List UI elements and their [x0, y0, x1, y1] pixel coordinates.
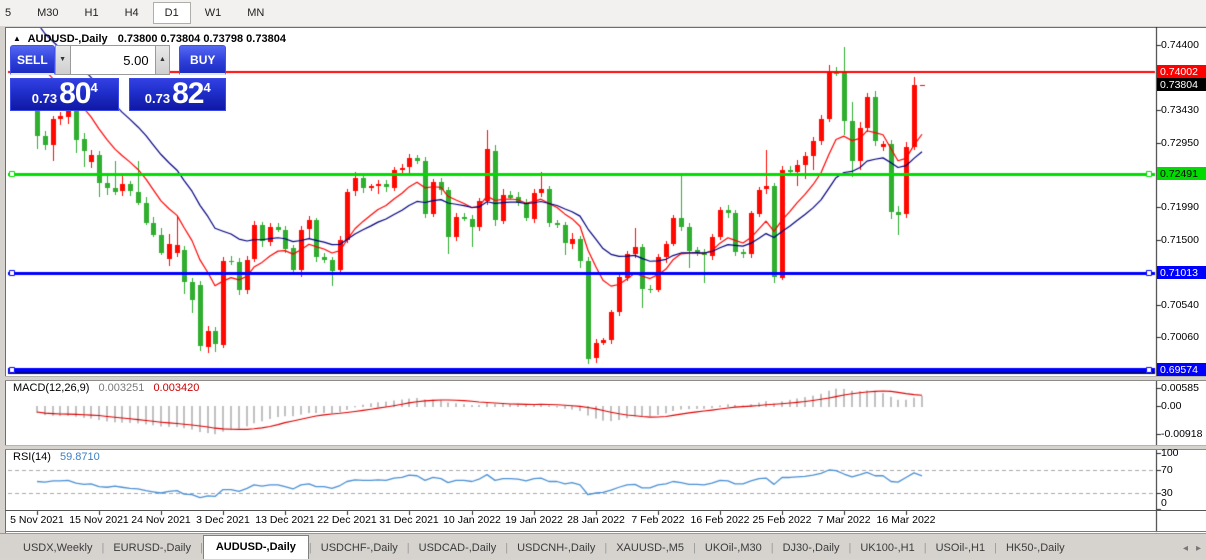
- buy-price-button[interactable]: 0.73 82 4: [129, 78, 226, 111]
- timeframe-button-m30[interactable]: M30: [25, 2, 70, 24]
- date-axis-label: 31 Dec 2021: [379, 514, 439, 526]
- price-badge: 0.71013: [1157, 266, 1206, 279]
- pane-splitter-rsi[interactable]: [5, 445, 1206, 450]
- date-axis-label: 10 Jan 2022: [443, 514, 501, 526]
- price-axis-tick: 0.71500: [1161, 234, 1199, 246]
- rsi-axis-label: 100: [1161, 447, 1179, 459]
- buy-price-prefix: 0.73: [145, 91, 170, 106]
- price-badge: 0.72491: [1157, 167, 1206, 180]
- symbol-tabbar: USDX,Weekly|EURUSD-,Daily|AUDUSD-,Daily|…: [0, 533, 1206, 559]
- volume-decrease-button[interactable]: ▼: [55, 45, 71, 75]
- tab-scroll-right-icon[interactable]: ▸: [1196, 543, 1201, 554]
- price-axis-tick: 0.70060: [1161, 331, 1199, 343]
- tab-xauusd-m5[interactable]: XAUUSD-,M5: [607, 538, 693, 559]
- date-axis-label: 22 Dec 2021: [317, 514, 377, 526]
- date-axis-label: 19 Jan 2022: [505, 514, 563, 526]
- price-badge: 0.69574: [1157, 363, 1206, 376]
- date-axis-label: 25 Feb 2022: [753, 514, 812, 526]
- date-axis-label: 7 Mar 2022: [817, 514, 870, 526]
- timeframe-button-mn[interactable]: MN: [235, 2, 276, 24]
- macd-axis-label: -0.00918: [1161, 428, 1202, 440]
- tab-usdx-weekly[interactable]: USDX,Weekly: [14, 538, 101, 559]
- time-axis-separator: [5, 510, 1206, 511]
- timeframe-toolbar: 5M30H1H4D1W1MN: [0, 0, 1206, 27]
- date-axis-label: 24 Nov 2021: [131, 514, 191, 526]
- sell-price-sup: 4: [90, 80, 97, 95]
- tab-dj30-daily[interactable]: DJ30-,Daily: [774, 538, 849, 559]
- macd-axis-label: 0.00: [1161, 400, 1181, 412]
- volume-input[interactable]: [71, 45, 155, 75]
- date-axis-label: 7 Feb 2022: [631, 514, 684, 526]
- sell-button[interactable]: SELL: [10, 45, 55, 75]
- macd-label: MACD(12,26,9) 0.003251 0.003420: [13, 382, 199, 394]
- sell-price-button[interactable]: 0.73 80 4: [10, 78, 119, 111]
- macd-value-signal: 0.003420: [153, 382, 199, 394]
- sell-price-prefix: 0.73: [32, 91, 57, 106]
- macd-value-main: 0.003251: [98, 382, 144, 394]
- timeframe-button-h4[interactable]: H4: [113, 2, 151, 24]
- rsi-label: RSI(14) 59.8710: [13, 451, 100, 463]
- price-axis-tick: 0.72950: [1161, 137, 1199, 149]
- chart-title-symbol: AUDUSD-,Daily: [28, 33, 108, 45]
- tab-uk100-h1[interactable]: UK100-,H1: [851, 538, 923, 559]
- pane-splitter-macd[interactable]: [5, 376, 1206, 381]
- macd-name: MACD(12,26,9): [13, 382, 89, 394]
- timeframe-button-d1[interactable]: D1: [153, 2, 191, 24]
- sell-price-big: 80: [59, 79, 90, 109]
- tab-usdcnh-daily[interactable]: USDCNH-,Daily: [508, 538, 604, 559]
- date-axis-label: 13 Dec 2021: [255, 514, 315, 526]
- rsi-name: RSI(14): [13, 451, 51, 463]
- buy-button[interactable]: BUY: [179, 45, 226, 75]
- tab-audusd-daily[interactable]: AUDUSD-,Daily: [203, 535, 309, 559]
- tab-scroll-arrows: ◂ ▸: [1183, 543, 1201, 554]
- date-axis-label: 5 Nov 2021: [10, 514, 64, 526]
- rsi-value: 59.8710: [60, 451, 100, 463]
- price-axis-tick: 0.73430: [1161, 104, 1199, 116]
- chart-collapse-icon: ▲: [13, 34, 21, 43]
- tab-hk50-daily[interactable]: HK50-,Daily: [997, 538, 1074, 559]
- chart-title-ohlc: 0.73800 0.73804 0.73798 0.73804: [118, 33, 286, 45]
- date-axis-label: 16 Mar 2022: [877, 514, 936, 526]
- volume-increase-button[interactable]: ▲: [155, 45, 171, 75]
- tab-scroll-left-icon[interactable]: ◂: [1183, 543, 1188, 554]
- date-axis-label: 15 Nov 2021: [69, 514, 129, 526]
- tab-ukoil-m30[interactable]: UKOil-,M30: [696, 538, 771, 559]
- timeframe-button-5[interactable]: 5: [1, 2, 23, 24]
- chart-title: ▲ AUDUSD-,Daily 0.73800 0.73804 0.73798 …: [13, 33, 286, 45]
- window-bottom-border: [5, 531, 1206, 532]
- timeframe-button-w1[interactable]: W1: [193, 2, 234, 24]
- price-axis-tick: 0.70540: [1161, 299, 1199, 311]
- rsi-axis-label: 0: [1161, 497, 1167, 509]
- tab-eurusd-daily[interactable]: EURUSD-,Daily: [104, 538, 200, 559]
- rsi-axis-label: 70: [1161, 464, 1173, 476]
- buy-price-big: 82: [172, 79, 203, 109]
- date-axis-label: 16 Feb 2022: [691, 514, 750, 526]
- timeframe-button-h1[interactable]: H1: [73, 2, 111, 24]
- price-axis-tick: 0.71990: [1161, 201, 1199, 213]
- price-badge: 0.74002: [1157, 65, 1206, 78]
- tab-usdcad-daily[interactable]: USDCAD-,Daily: [410, 538, 506, 559]
- macd-axis-label: 0.00585: [1161, 382, 1199, 394]
- date-axis-label: 28 Jan 2022: [567, 514, 625, 526]
- buy-price-sup: 4: [203, 80, 210, 95]
- one-click-trading-panel: SELL ▼ ▲ BUY 0.73 80 4 0.73 82 4: [10, 45, 226, 111]
- price-axis-tick: 0.74400: [1161, 39, 1199, 51]
- date-axis-label: 3 Dec 2021: [196, 514, 250, 526]
- price-badge: 0.73804: [1157, 78, 1206, 91]
- tab-usdchf-daily[interactable]: USDCHF-,Daily: [312, 538, 407, 559]
- tab-usoil-h1[interactable]: USOil-,H1: [927, 538, 995, 559]
